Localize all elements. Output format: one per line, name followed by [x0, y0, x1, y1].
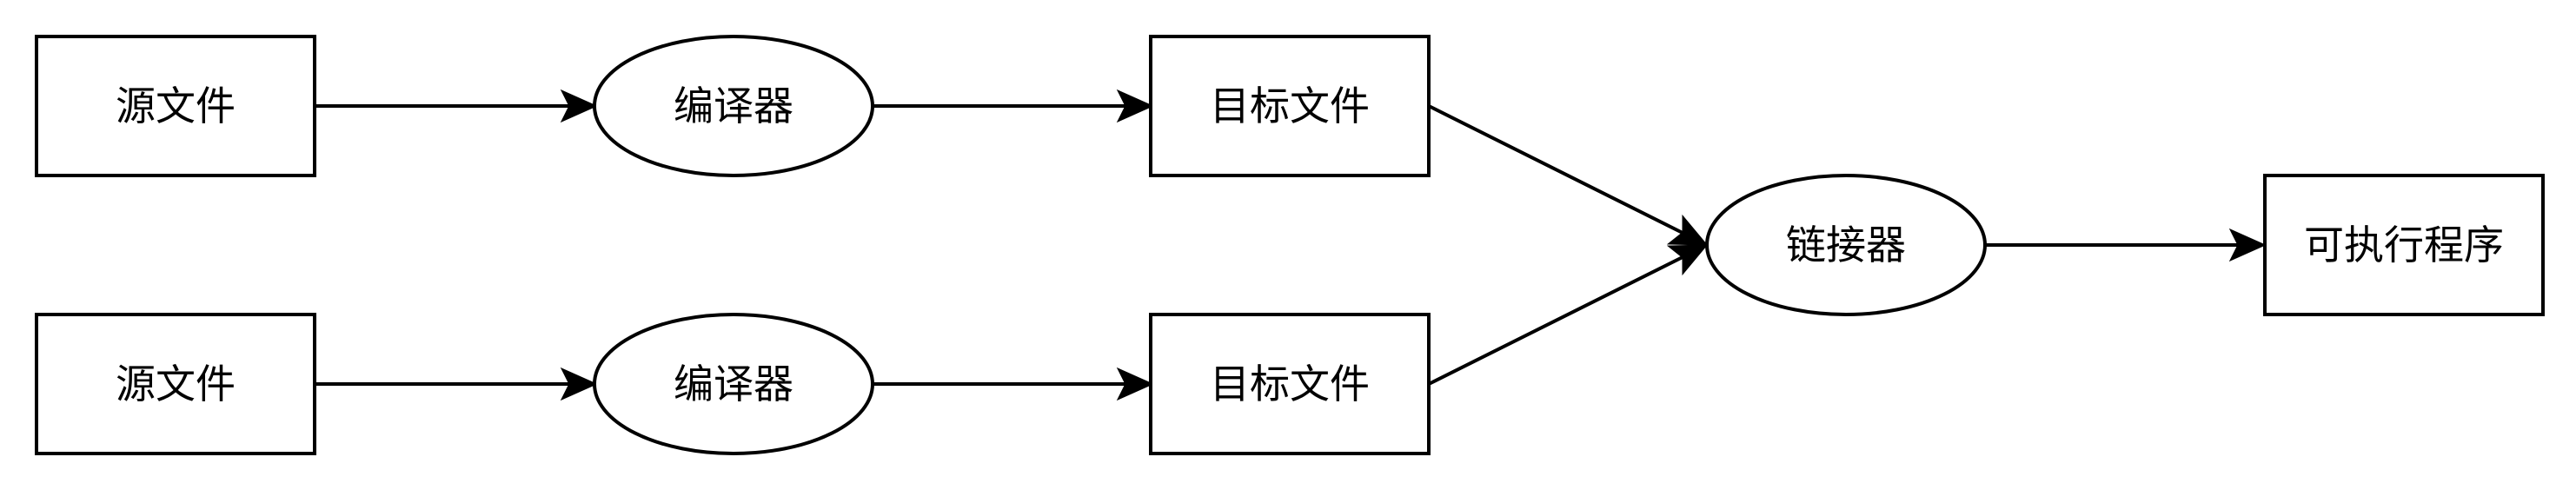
- compiler-node-1: 编译器: [593, 35, 874, 177]
- linker-node: 链接器: [1705, 174, 1987, 316]
- executable-node: 可执行程序: [2263, 174, 2545, 316]
- object-file-node-2: 目标文件: [1149, 313, 1431, 455]
- executable-label: 可执行程序: [2304, 222, 2504, 268]
- linker-label: 链接器: [1786, 222, 1906, 268]
- edge-obj2-to-linker: [1428, 244, 1709, 386]
- edge-linker-to-exe: [1985, 228, 2267, 262]
- source-file-label-2: 源文件: [116, 361, 236, 407]
- edge-cc1-to-obj1: [873, 89, 1154, 123]
- compiler-node-2: 编译器: [593, 313, 874, 455]
- edge-obj1-to-linker: [1428, 104, 1709, 246]
- compile-link-diagram: 源文件 编译器 目标文件 源文件 编译器 目标文件 链接器 可执行程序: [35, 35, 2545, 455]
- source-file-node-2: 源文件: [35, 313, 316, 455]
- compiler-label-2: 编译器: [674, 361, 793, 407]
- edge-src2-to-cc2: [316, 367, 598, 401]
- source-file-node-1: 源文件: [35, 35, 316, 177]
- object-file-node-1: 目标文件: [1149, 35, 1431, 177]
- object-file-label-2: 目标文件: [1210, 361, 1370, 407]
- compiler-label-1: 编译器: [674, 83, 793, 129]
- object-file-label-1: 目标文件: [1210, 83, 1370, 129]
- edge-cc2-to-obj2: [873, 367, 1154, 401]
- source-file-label-1: 源文件: [116, 83, 236, 129]
- edge-src1-to-cc1: [316, 89, 598, 123]
